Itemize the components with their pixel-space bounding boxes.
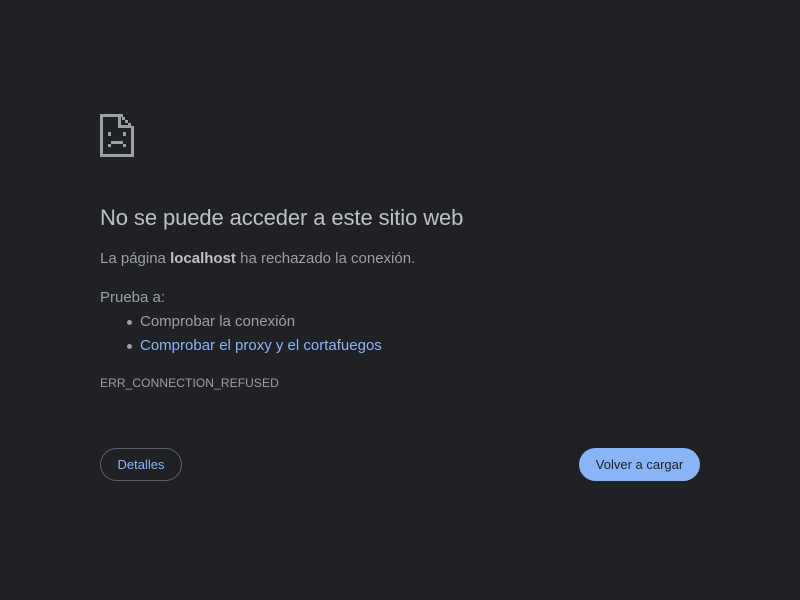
try-label: Prueba a: — [100, 289, 166, 306]
suggestion-check-proxy-link[interactable]: Comprobar el proxy y el cortafuegos — [127, 334, 700, 358]
suggestion-check-connection: Comprobar la conexión — [127, 310, 700, 334]
suggestions-list: Comprobar la conexión Comprobar el proxy… — [100, 310, 700, 358]
error-code: ERR_CONNECTION_REFUSED — [100, 376, 279, 390]
message-prefix: La página — [100, 250, 171, 267]
error-message: La página localhost ha rechazado la cone… — [100, 248, 700, 270]
details-button[interactable]: Detalles — [100, 448, 182, 481]
sad-page-icon — [100, 114, 134, 157]
host-name: localhost — [170, 250, 236, 267]
reload-button[interactable]: Volver a cargar — [579, 448, 700, 481]
error-page-content: No se puede acceder a este sitio web La … — [100, 114, 700, 392]
page-title: No se puede acceder a este sitio web — [100, 205, 464, 230]
message-suffix: ha rechazado la conexión. — [235, 250, 416, 267]
